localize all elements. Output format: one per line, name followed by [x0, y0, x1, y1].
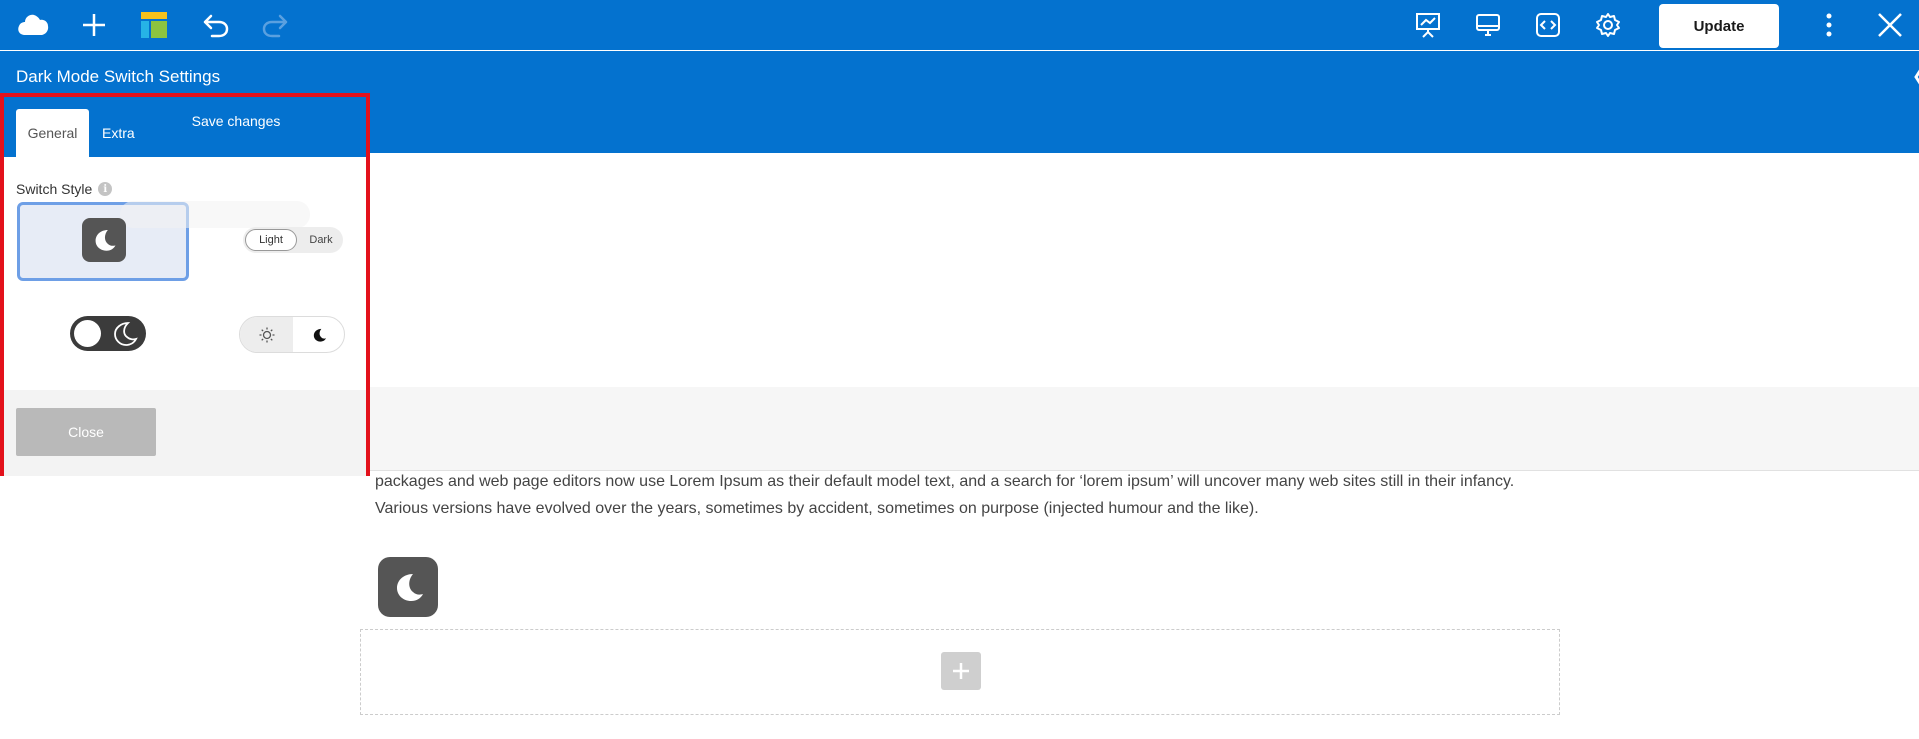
moon-outline-icon [114, 322, 138, 346]
moon-square-preview [82, 218, 126, 262]
plus-icon [953, 663, 969, 679]
cloud-logo-icon[interactable] [13, 5, 53, 45]
top-toolbar: Update [0, 0, 1919, 50]
settings-title: Dark Mode Switch Settings [16, 67, 221, 86]
switch-style-label: Switch Style i [16, 181, 113, 197]
tab-general[interactable]: General [16, 109, 89, 157]
moon-half [293, 317, 344, 352]
layout-blocks-icon[interactable] [134, 5, 174, 45]
gear-icon[interactable] [1588, 5, 1628, 45]
close-button[interactable]: Close [16, 408, 156, 456]
undo-icon[interactable] [195, 5, 235, 45]
close-icon[interactable] [1870, 5, 1910, 45]
tooltip-ghost [120, 201, 310, 228]
redo-icon [256, 5, 296, 45]
offscreen-edge-glyph: ❮ [1912, 66, 1919, 86]
code-icon[interactable] [1528, 5, 1568, 45]
save-changes-button[interactable]: Save changes [166, 97, 306, 145]
switch-style-option-light-dark[interactable]: Light Dark [243, 227, 343, 253]
dark-label: Dark [309, 234, 333, 246]
light-label: Light [245, 229, 297, 251]
moon-icon [397, 574, 423, 601]
sun-half [240, 317, 293, 352]
sun-icon [259, 327, 274, 342]
body-paragraph: packages and web page editors now use Lo… [375, 473, 1515, 517]
moon-icon [95, 230, 116, 251]
settings-panel: General Extra Switch Style i Light Dark … [0, 93, 370, 476]
switch-style-option-dark-toggle[interactable] [70, 316, 146, 351]
toggle-knob [74, 320, 101, 347]
plus-icon[interactable] [74, 5, 114, 45]
switch-style-option-sun-moon[interactable] [239, 316, 345, 353]
desktop-icon[interactable] [1468, 5, 1508, 45]
moon-icon [313, 328, 327, 342]
switch-style-label-text: Switch Style [16, 181, 93, 197]
info-icon[interactable]: i [98, 182, 113, 196]
add-block-button[interactable] [941, 652, 981, 690]
tab-extra[interactable]: Extra [102, 125, 135, 141]
more-vertical-icon[interactable] [1809, 5, 1849, 45]
presentation-icon[interactable] [1408, 5, 1448, 45]
update-button[interactable]: Update [1659, 4, 1779, 48]
dark-mode-switch-widget[interactable] [378, 557, 438, 617]
